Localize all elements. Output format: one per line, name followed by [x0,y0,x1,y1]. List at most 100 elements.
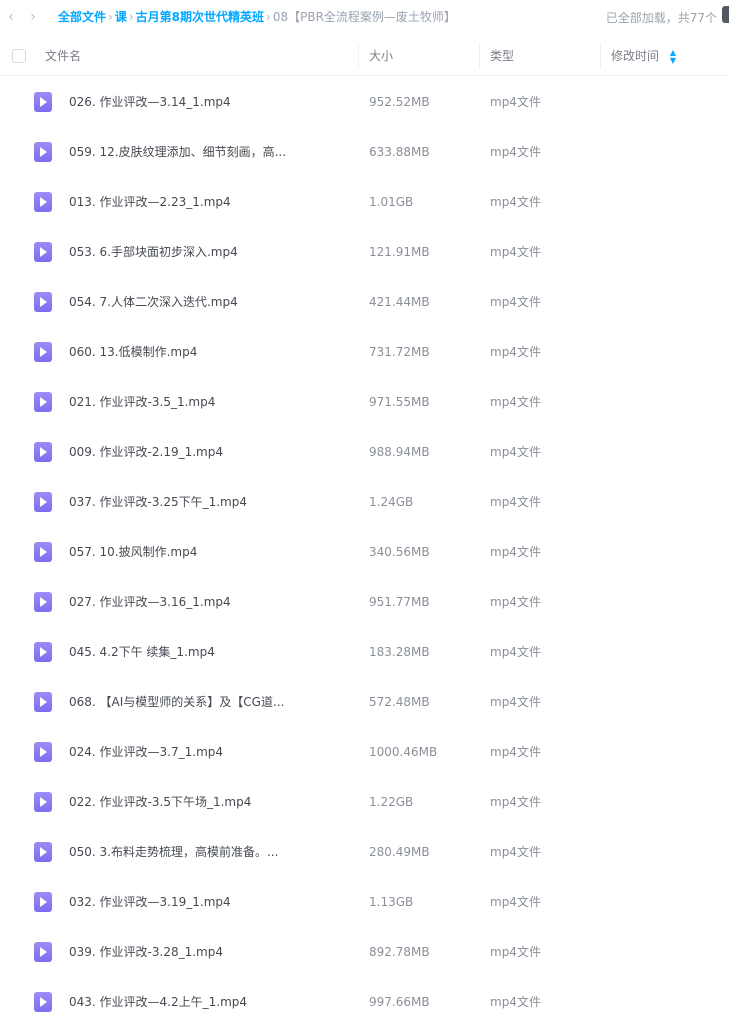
side-panel-toggle[interactable] [722,6,729,23]
video-file-icon [34,992,52,1012]
back-arrow-icon[interactable]: ‹ [0,9,22,25]
file-row[interactable]: 060. 13.低模制作.mp4 731.72MB mp4文件 [0,327,729,377]
file-name[interactable]: 060. 13.低模制作.mp4 [69,327,197,377]
file-name[interactable]: 009. 作业评改-2.19_1.mp4 [69,427,223,477]
video-file-icon [34,592,52,612]
file-size: 951.77MB [369,595,430,609]
file-size: 280.49MB [369,845,430,859]
file-name[interactable]: 024. 作业评改—3.7_1.mp4 [69,727,223,777]
file-row[interactable]: 057. 10.披风制作.mp4 340.56MB mp4文件 [0,527,729,577]
column-header-name[interactable]: 文件名 [45,37,81,75]
file-row[interactable]: 037. 作业评改-3.25下午_1.mp4 1.24GB mp4文件 [0,477,729,527]
file-row[interactable]: 054. 7.人体二次深入迭代.mp4 421.44MB mp4文件 [0,277,729,327]
breadcrumb-item-current-folder: 08【PBR全流程案例—废土牧师】 [272,10,456,24]
video-file-icon [34,492,52,512]
file-size: 892.78MB [369,945,430,959]
file-row[interactable]: 013. 作业评改—2.23_1.mp4 1.01GB mp4文件 [0,177,729,227]
file-row[interactable]: 026. 作业评改—3.14_1.mp4 952.52MB mp4文件 [0,77,729,127]
file-type: mp4文件 [490,695,541,709]
file-type: mp4文件 [490,895,541,909]
file-size: 633.88MB [369,145,430,159]
file-type: mp4文件 [490,95,541,109]
file-name[interactable]: 021. 作业评改-3.5_1.mp4 [69,377,215,427]
file-row[interactable]: 053. 6.手部块面初步深入.mp4 121.91MB mp4文件 [0,227,729,277]
file-type: mp4文件 [490,395,541,409]
table-header: 文件名 大小 类型 修改时间 ▲ ▼ [0,37,729,76]
file-name[interactable]: 043. 作业评改—4.2上午_1.mp4 [69,977,247,1027]
file-name[interactable]: 037. 作业评改-3.25下午_1.mp4 [69,477,247,527]
file-type: mp4文件 [490,495,541,509]
file-type: mp4文件 [490,295,541,309]
file-row[interactable]: 024. 作业评改—3.7_1.mp4 1000.46MB mp4文件 [0,727,729,777]
file-name[interactable]: 057. 10.披风制作.mp4 [69,527,197,577]
file-row[interactable]: 022. 作业评改-3.5下午场_1.mp4 1.22GB mp4文件 [0,777,729,827]
file-name[interactable]: 026. 作业评改—3.14_1.mp4 [69,77,231,127]
file-size: 1.01GB [369,195,414,209]
file-type: mp4文件 [490,195,541,209]
file-row[interactable]: 059. 12.皮肤纹理添加、细节刻画，高... 633.88MB mp4文件 [0,127,729,177]
file-row[interactable]: 009. 作业评改-2.19_1.mp4 988.94MB mp4文件 [0,427,729,477]
file-type: mp4文件 [490,545,541,559]
select-all-checkbox[interactable] [12,49,26,63]
file-type: mp4文件 [490,345,541,359]
file-name[interactable]: 039. 作业评改-3.28_1.mp4 [69,927,223,977]
load-status-text: 已全部加载，共77个 [605,11,717,25]
video-file-icon [34,742,52,762]
column-divider[interactable] [358,43,359,69]
video-file-icon [34,542,52,562]
video-file-icon [34,192,52,212]
breadcrumb-separator: › [108,9,113,24]
video-file-icon [34,142,52,162]
file-size: 183.28MB [369,645,430,659]
file-type: mp4文件 [490,995,541,1009]
breadcrumb-item-class[interactable]: 古月第8期次世代精英班 [136,8,264,25]
video-file-icon [34,92,52,112]
file-row[interactable]: 032. 作业评改—3.19_1.mp4 1.13GB mp4文件 [0,877,729,927]
column-header-modified[interactable]: 修改时间 ▲ ▼ [611,37,676,75]
file-name[interactable]: 054. 7.人体二次深入迭代.mp4 [69,277,238,327]
video-file-icon [34,242,52,262]
file-size: 421.44MB [369,295,430,309]
file-name[interactable]: 032. 作业评改—3.19_1.mp4 [69,877,231,927]
file-name[interactable]: 068. 【AI与模型师的关系】及【CG道... [69,677,284,727]
file-size: 1.22GB [369,795,414,809]
file-row[interactable]: 027. 作业评改—3.16_1.mp4 951.77MB mp4文件 [0,577,729,627]
file-type: mp4文件 [490,445,541,459]
forward-arrow-icon[interactable]: › [22,9,44,25]
file-size: 997.66MB [369,995,430,1009]
file-size: 1.13GB [369,895,414,909]
breadcrumb-item-course[interactable]: 课 [115,8,127,25]
column-divider[interactable] [479,43,480,69]
file-row[interactable]: 045. 4.2下午 续集_1.mp4 183.28MB mp4文件 [0,627,729,677]
column-divider[interactable] [600,43,601,69]
file-size: 121.91MB [369,245,430,259]
file-name[interactable]: 013. 作业评改—2.23_1.mp4 [69,177,231,227]
file-name[interactable]: 050. 3.布料走势梳理，高模前准备。... [69,827,278,877]
file-name[interactable]: 022. 作业评改-3.5下午场_1.mp4 [69,777,251,827]
file-size: 340.56MB [369,545,430,559]
video-file-icon [34,342,52,362]
file-type: mp4文件 [490,945,541,959]
file-size: 1000.46MB [369,745,438,759]
file-size: 988.94MB [369,445,430,459]
file-name[interactable]: 027. 作业评改—3.16_1.mp4 [69,577,231,627]
breadcrumb-item-all-files[interactable]: 全部文件 [58,8,106,25]
file-type: mp4文件 [490,745,541,759]
file-name[interactable]: 053. 6.手部块面初步深入.mp4 [69,227,238,277]
breadcrumb-separator: › [128,9,134,24]
video-file-icon [34,292,52,312]
video-file-icon [34,842,52,862]
file-row[interactable]: 021. 作业评改-3.5_1.mp4 971.55MB mp4文件 [0,377,729,427]
column-header-type[interactable]: 类型 [490,37,514,75]
file-name[interactable]: 045. 4.2下午 续集_1.mp4 [69,627,215,677]
file-row[interactable]: 043. 作业评改—4.2上午_1.mp4 997.66MB mp4文件 [0,977,729,1027]
file-row[interactable]: 068. 【AI与模型师的关系】及【CG道... 572.48MB mp4文件 [0,677,729,727]
video-file-icon [34,792,52,812]
file-size: 1.24GB [369,495,414,509]
video-file-icon [34,942,52,962]
sort-arrows-icon[interactable]: ▲ ▼ [670,48,676,65]
column-header-size[interactable]: 大小 [369,37,393,75]
file-name[interactable]: 059. 12.皮肤纹理添加、细节刻画，高... [69,127,286,177]
file-row[interactable]: 039. 作业评改-3.28_1.mp4 892.78MB mp4文件 [0,927,729,977]
file-row[interactable]: 050. 3.布料走势梳理，高模前准备。... 280.49MB mp4文件 [0,827,729,877]
